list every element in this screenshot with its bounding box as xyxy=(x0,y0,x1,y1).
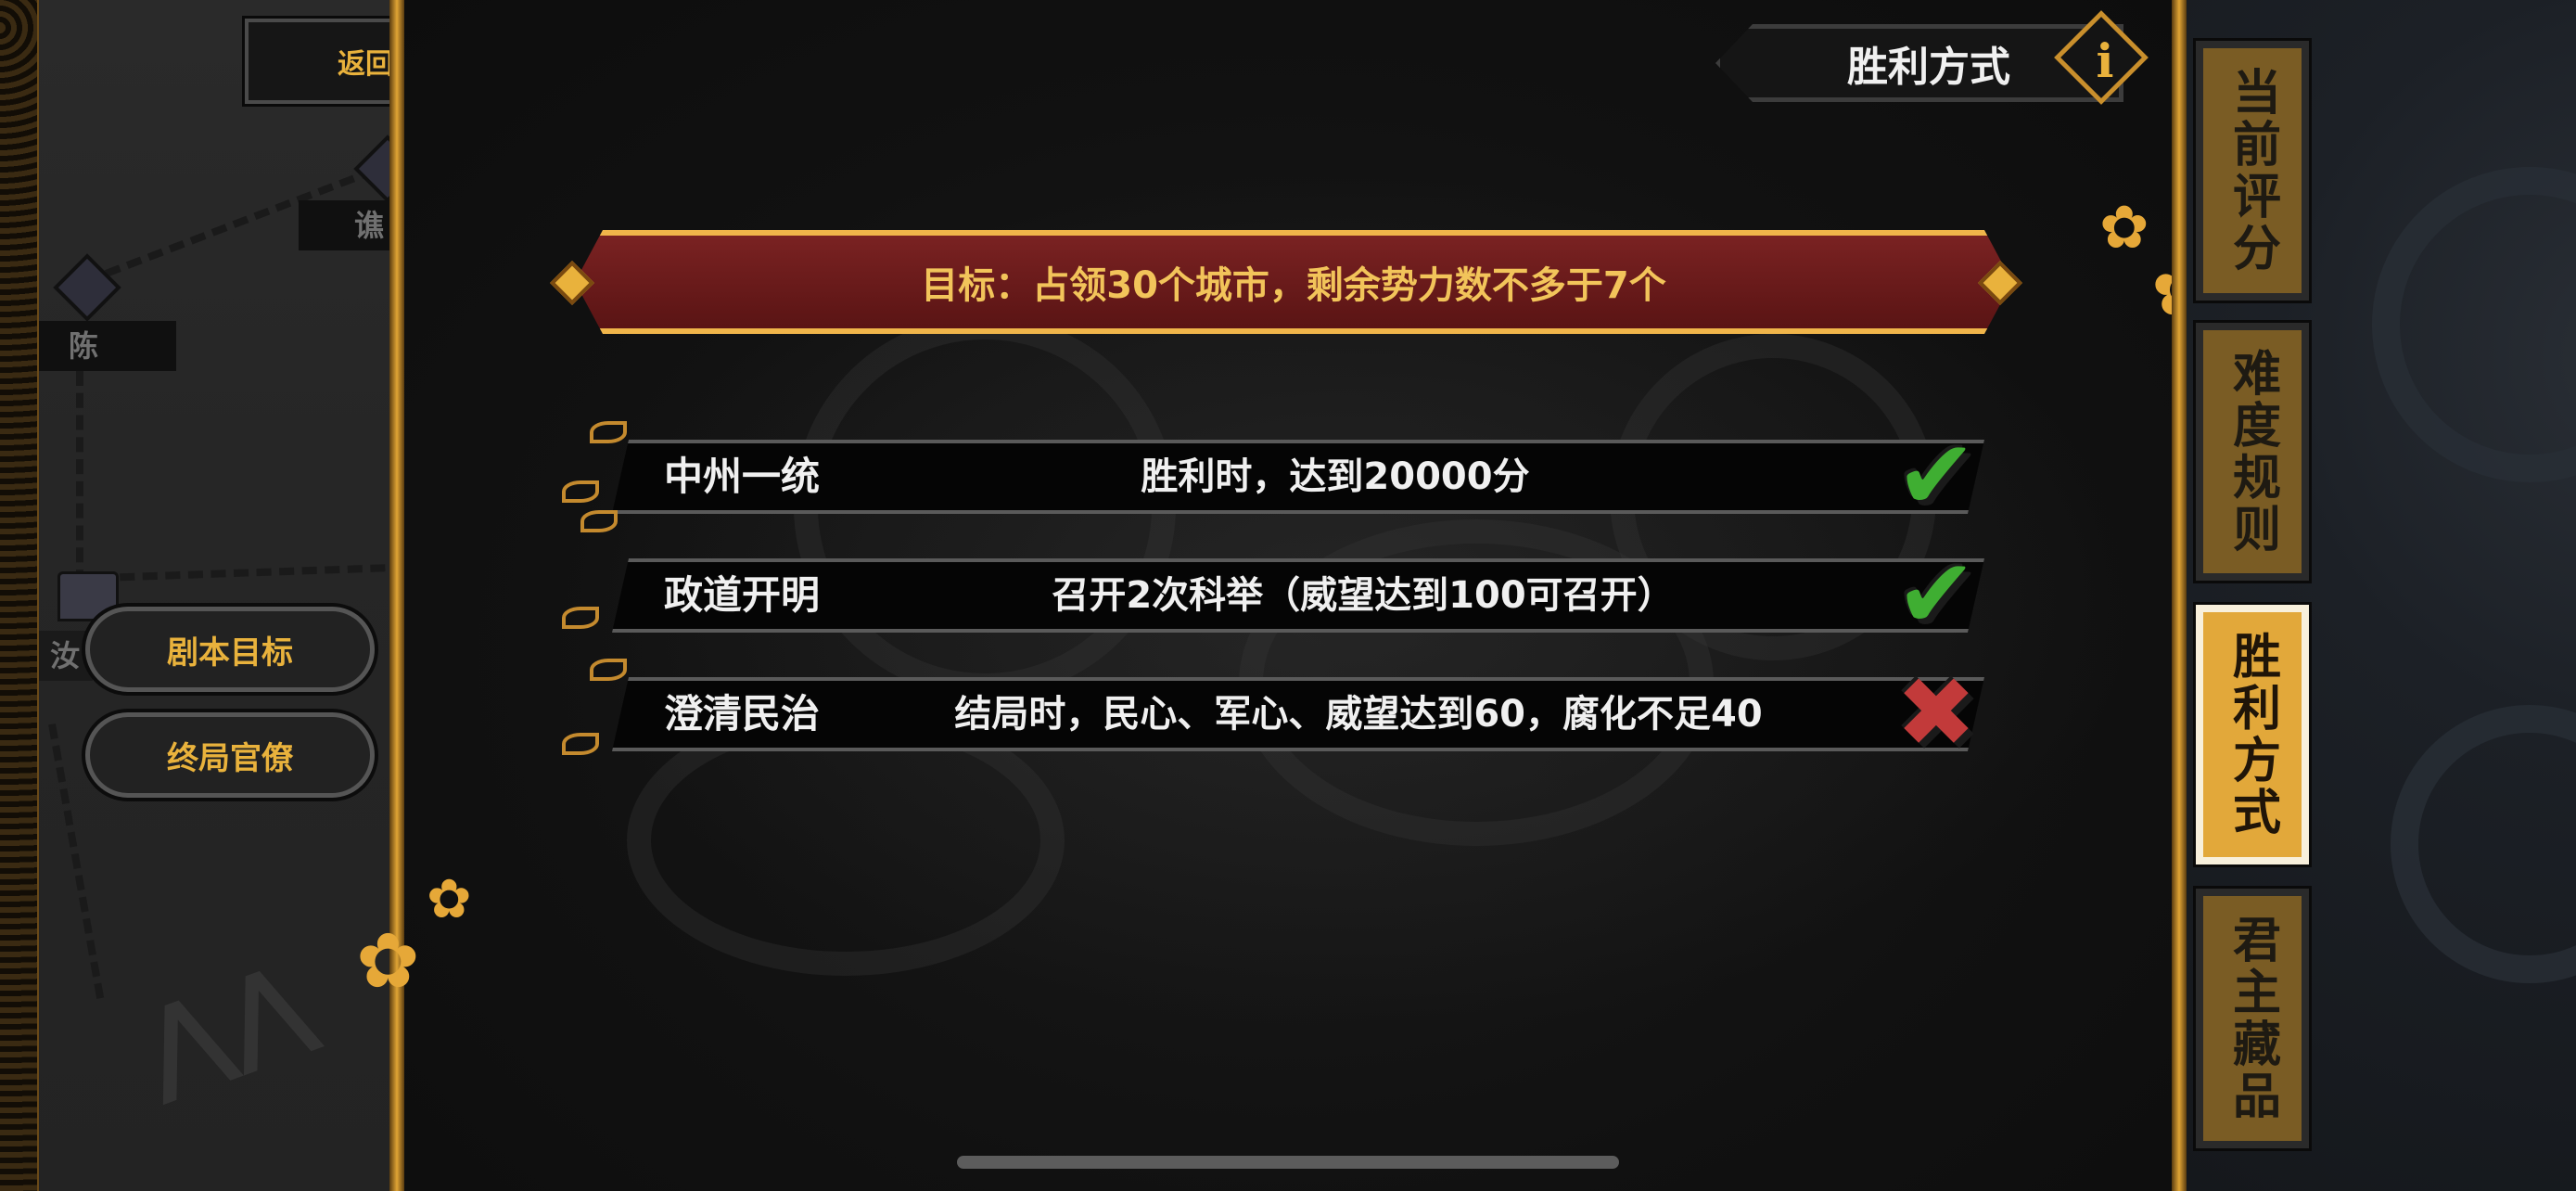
tab-victory-methods[interactable]: 胜利方式 xyxy=(2193,602,2312,867)
objective-description: 胜利时，达到20000分 xyxy=(1141,455,1530,498)
scenario-goal-button[interactable]: 剧本目标 xyxy=(85,607,375,692)
map-background: 谯 陈 汝 ⋀⋀ xyxy=(0,0,394,1191)
map-city-label[interactable]: 谯 xyxy=(299,200,391,250)
map-terrain-mark: ⋀⋀ xyxy=(123,939,326,1109)
left-ornament-border xyxy=(0,0,39,1191)
vine-leaf-icon xyxy=(580,510,618,532)
left-gold-divider xyxy=(389,0,404,1191)
objective-name: 中州一统 xyxy=(664,454,821,499)
map-road xyxy=(74,563,394,583)
check-icon: ✔ xyxy=(1895,537,1977,650)
final-officials-button[interactable]: 终局官僚 xyxy=(85,712,375,798)
tab-current-score[interactable]: 当前评分 xyxy=(2193,38,2312,303)
objective-name: 政道开明 xyxy=(664,572,821,618)
objective-description: 结局时，民心、军心、威望达到60，腐化不足40 xyxy=(954,693,1763,736)
vine-leaf-icon xyxy=(562,607,599,629)
tab-difficulty-rules[interactable]: 难度规则 xyxy=(2193,320,2312,583)
right-gold-divider xyxy=(2172,0,2187,1191)
flower-ornament-icon: ✿ xyxy=(427,867,472,930)
vine-leaf-icon xyxy=(562,733,599,755)
goal-banner: 目标：占领30个城市，剩余势力数不多于7个 xyxy=(575,230,2012,334)
flower-ornament-icon: ✿ xyxy=(2099,194,2149,263)
map-road xyxy=(76,371,83,584)
objective-description: 召开2次科举（威望达到100可召开） xyxy=(1052,574,1675,617)
wave-pattern xyxy=(2372,167,2576,482)
wave-pattern xyxy=(2391,705,2576,983)
tab-ruler-collection[interactable]: 君主藏品 xyxy=(2193,886,2312,1151)
objective-name: 澄清民治 xyxy=(664,691,821,736)
vine-leaf-icon xyxy=(590,421,627,443)
check-icon: ✔ xyxy=(1895,418,1977,531)
vine-leaf-icon xyxy=(590,659,627,681)
info-icon[interactable]: i xyxy=(2085,33,2125,89)
flower-ornament-icon: ✿ xyxy=(356,917,420,1005)
map-city-node[interactable] xyxy=(353,134,394,203)
map-city-label[interactable]: 汝 xyxy=(37,631,93,681)
map-city-node[interactable] xyxy=(53,253,121,322)
home-indicator[interactable] xyxy=(957,1156,1619,1169)
cross-icon: ✖ xyxy=(1895,656,1977,769)
vine-leaf-icon xyxy=(562,480,599,503)
map-city-label[interactable]: 陈 xyxy=(37,321,176,371)
